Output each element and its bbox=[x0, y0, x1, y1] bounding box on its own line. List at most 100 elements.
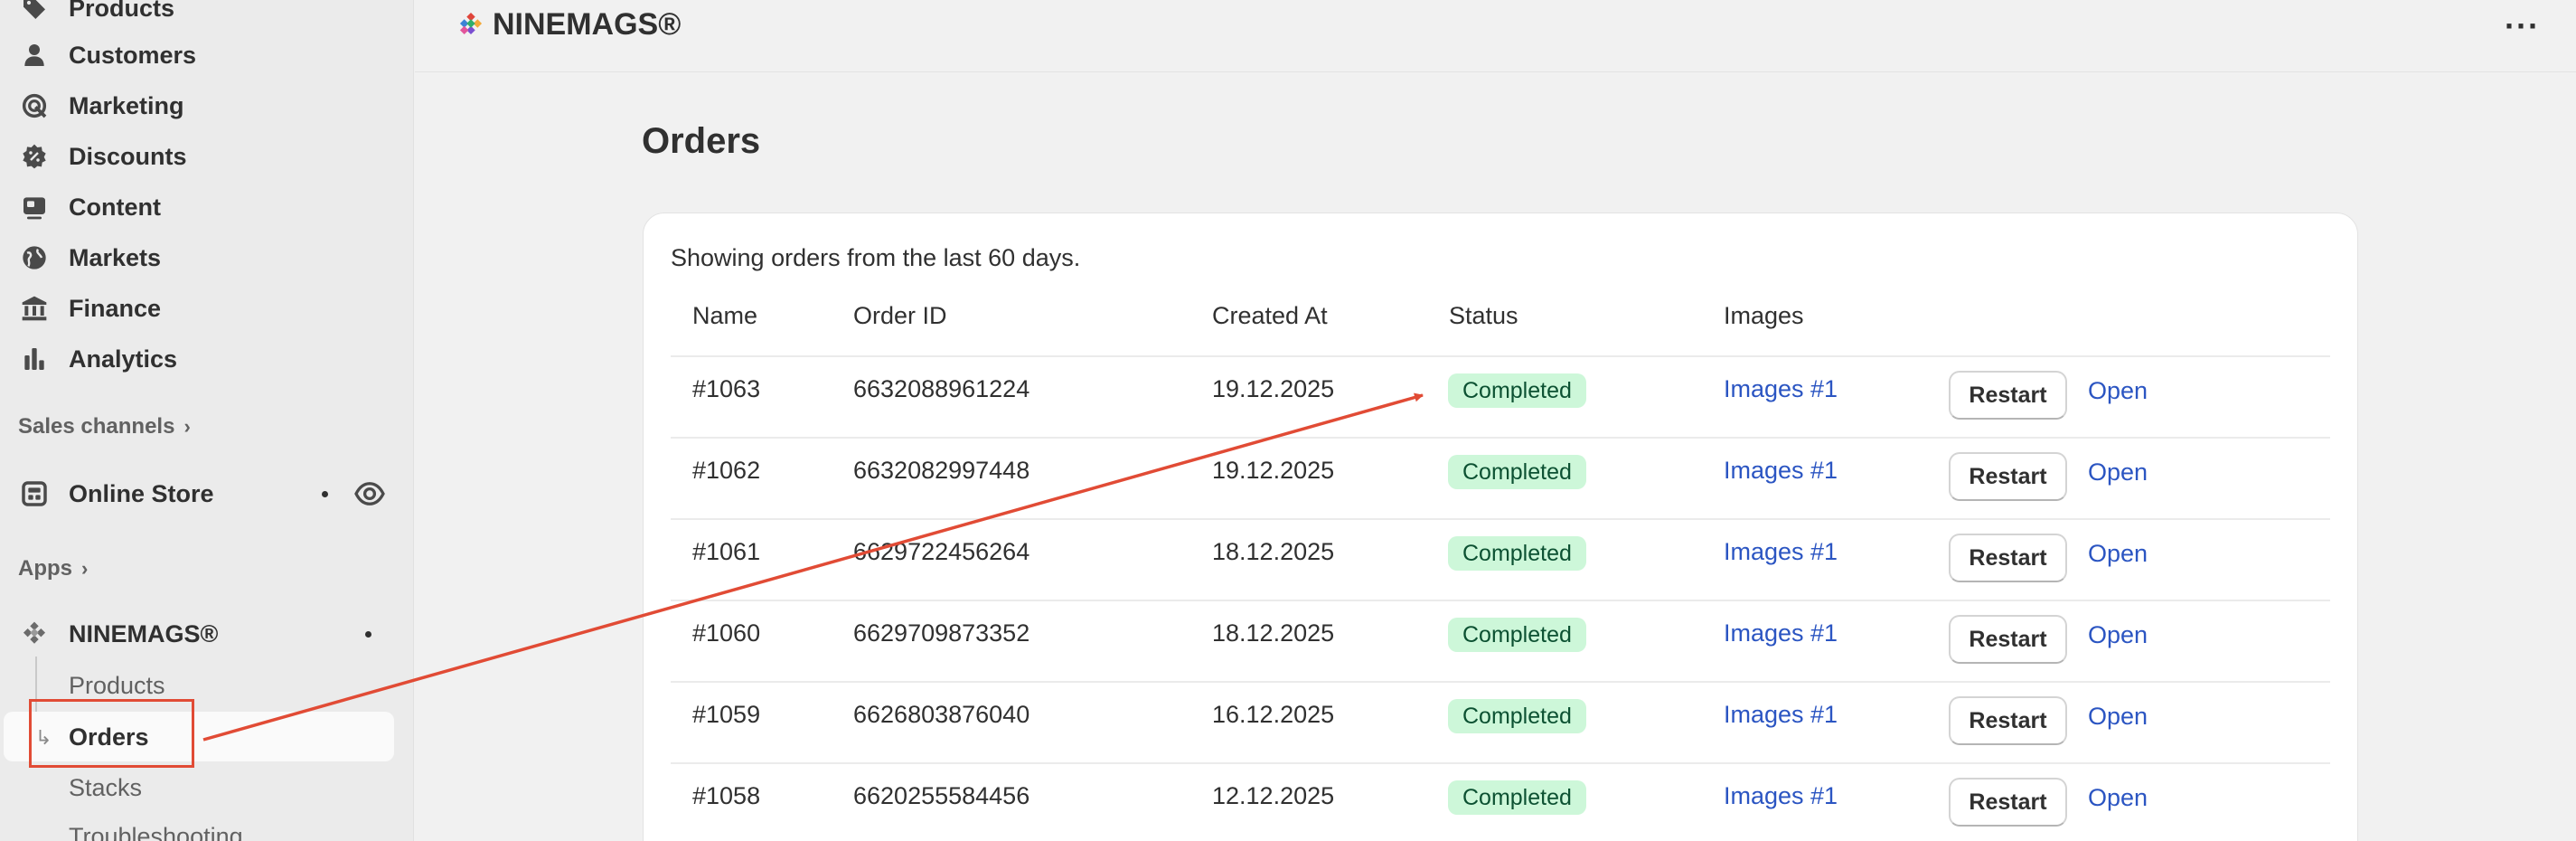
table-row: #1063 6632088961224 19.12.2025 Completed Ima… bbox=[671, 355, 2330, 437]
app-brand: NINEMAGS® bbox=[456, 7, 681, 43]
apps-heading[interactable]: Apps › bbox=[18, 556, 88, 581]
order-name: #1058 bbox=[692, 782, 761, 809]
status-badge: Completed bbox=[1448, 780, 1586, 815]
restart-button[interactable]: Restart bbox=[1949, 615, 2067, 664]
order-name: #1060 bbox=[692, 619, 761, 647]
target-icon bbox=[20, 91, 49, 120]
tag-icon bbox=[20, 0, 49, 23]
apps-label: Apps bbox=[18, 556, 72, 581]
column-header-created-at: Created At bbox=[1212, 302, 1328, 329]
images-link[interactable]: Images #1 bbox=[1724, 457, 1838, 485]
order-name: #1061 bbox=[692, 538, 761, 565]
sidebar-item-label: Finance bbox=[69, 294, 162, 322]
more-actions-button[interactable]: ··· bbox=[2505, 7, 2540, 45]
order-id: 6632082997448 bbox=[853, 457, 1030, 484]
table-row: #1062 6632082997448 19.12.2025 Completed Ima… bbox=[671, 437, 2330, 518]
order-created-at: 16.12.2025 bbox=[1212, 701, 1335, 728]
person-icon bbox=[20, 41, 49, 70]
status-badge: Completed bbox=[1448, 455, 1586, 489]
order-id: 6626803876040 bbox=[853, 701, 1030, 728]
bar-chart-icon bbox=[20, 345, 49, 373]
order-id: 6620255584456 bbox=[853, 782, 1030, 809]
app-top-bar bbox=[415, 0, 2576, 72]
sidebar-item-label: Marketing bbox=[69, 91, 184, 119]
globe-icon bbox=[20, 243, 49, 272]
status-badge: Completed bbox=[1448, 373, 1586, 408]
sidebar: Products Customers Marketing Discounts C… bbox=[0, 0, 414, 841]
images-link[interactable]: Images #1 bbox=[1724, 375, 1838, 403]
order-name: #1063 bbox=[692, 375, 761, 402]
bank-icon bbox=[20, 294, 49, 323]
sales-channels-label: Sales channels bbox=[18, 414, 175, 439]
brand-logo-icon bbox=[459, 12, 483, 34]
sidebar-item-label: Customers bbox=[69, 41, 197, 69]
open-link[interactable]: Open bbox=[2088, 703, 2148, 731]
images-link[interactable]: Images #1 bbox=[1724, 619, 1838, 647]
open-link[interactable]: Open bbox=[2088, 458, 2148, 487]
column-header-order-id: Order ID bbox=[853, 302, 947, 329]
order-created-at: 18.12.2025 bbox=[1212, 619, 1335, 647]
store-icon bbox=[20, 479, 49, 508]
sidebar-item-label: Markets bbox=[69, 243, 162, 271]
sidebar-item-products[interactable]: Products bbox=[0, 0, 398, 30]
status-dot bbox=[322, 491, 328, 497]
app-logo-icon bbox=[20, 619, 49, 648]
orders-range-note: Showing orders from the last 60 days. bbox=[671, 244, 1081, 271]
status-dot bbox=[365, 631, 371, 638]
status-badge: Completed bbox=[1448, 618, 1586, 652]
column-header-name: Name bbox=[692, 302, 758, 329]
table-row: #1060 6629709873352 18.12.2025 Completed Ima… bbox=[671, 600, 2330, 681]
sidebar-item-app-ninemags[interactable]: NINEMAGS® bbox=[0, 612, 398, 656]
images-link[interactable]: Images #1 bbox=[1724, 701, 1838, 729]
status-badge: Completed bbox=[1448, 699, 1586, 733]
sidebar-item-label: Products bbox=[69, 0, 175, 22]
annotation-highlight-box bbox=[29, 699, 194, 768]
sidebar-item-label: Analytics bbox=[69, 345, 178, 373]
image-icon bbox=[20, 193, 49, 222]
order-id: 6629709873352 bbox=[853, 619, 1030, 647]
eye-icon[interactable] bbox=[353, 477, 386, 510]
order-created-at: 19.12.2025 bbox=[1212, 457, 1335, 484]
order-id: 6629722456264 bbox=[853, 538, 1030, 565]
sidebar-item-discounts[interactable]: Discounts bbox=[0, 135, 398, 178]
page-title: Orders bbox=[642, 121, 761, 161]
sidebar-item-analytics[interactable]: Analytics bbox=[0, 337, 398, 381]
restart-button[interactable]: Restart bbox=[1949, 696, 2067, 745]
chevron-right-icon: › bbox=[81, 557, 89, 580]
images-link[interactable]: Images #1 bbox=[1724, 782, 1838, 810]
sidebar-item-customers[interactable]: Customers bbox=[0, 33, 398, 77]
sidebar-item-markets[interactable]: Markets bbox=[0, 236, 398, 279]
open-link[interactable]: Open bbox=[2088, 784, 2148, 812]
table-row: #1058 6620255584456 12.12.2025 Completed Ima… bbox=[671, 762, 2330, 841]
sidebar-item-finance[interactable]: Finance bbox=[0, 287, 398, 330]
restart-button[interactable]: Restart bbox=[1949, 452, 2067, 501]
sidebar-subitem-troubleshooting[interactable]: Troubleshooting bbox=[69, 823, 243, 841]
open-link[interactable]: Open bbox=[2088, 377, 2148, 405]
restart-button[interactable]: Restart bbox=[1949, 534, 2067, 582]
restart-button[interactable]: Restart bbox=[1949, 778, 2067, 827]
open-link[interactable]: Open bbox=[2088, 621, 2148, 649]
column-header-status: Status bbox=[1449, 302, 1518, 329]
table-row: #1061 6629722456264 18.12.2025 Completed Ima… bbox=[671, 518, 2330, 600]
sidebar-item-label: Online Store bbox=[69, 479, 214, 507]
brand-name: NINEMAGS® bbox=[493, 7, 682, 42]
sidebar-item-marketing[interactable]: Marketing bbox=[0, 84, 398, 128]
images-link[interactable]: Images #1 bbox=[1724, 538, 1838, 566]
sidebar-subitem-products[interactable]: Products bbox=[69, 672, 165, 700]
column-header-images: Images bbox=[1724, 302, 1804, 329]
chevron-right-icon: › bbox=[183, 415, 191, 438]
order-created-at: 12.12.2025 bbox=[1212, 782, 1335, 809]
order-created-at: 18.12.2025 bbox=[1212, 538, 1335, 565]
restart-button[interactable]: Restart bbox=[1949, 371, 2067, 420]
sidebar-item-online-store[interactable]: Online Store bbox=[0, 472, 398, 515]
order-created-at: 19.12.2025 bbox=[1212, 375, 1335, 402]
order-name: #1062 bbox=[692, 457, 761, 484]
sidebar-item-content[interactable]: Content bbox=[0, 185, 398, 229]
order-id: 6632088961224 bbox=[853, 375, 1030, 402]
table-row: #1059 6626803876040 16.12.2025 Completed Ima… bbox=[671, 681, 2330, 762]
open-link[interactable]: Open bbox=[2088, 540, 2148, 568]
sidebar-item-label: Discounts bbox=[69, 142, 187, 170]
sales-channels-heading[interactable]: Sales channels › bbox=[18, 414, 191, 439]
status-badge: Completed bbox=[1448, 536, 1586, 571]
sidebar-subitem-stacks[interactable]: Stacks bbox=[69, 774, 142, 802]
